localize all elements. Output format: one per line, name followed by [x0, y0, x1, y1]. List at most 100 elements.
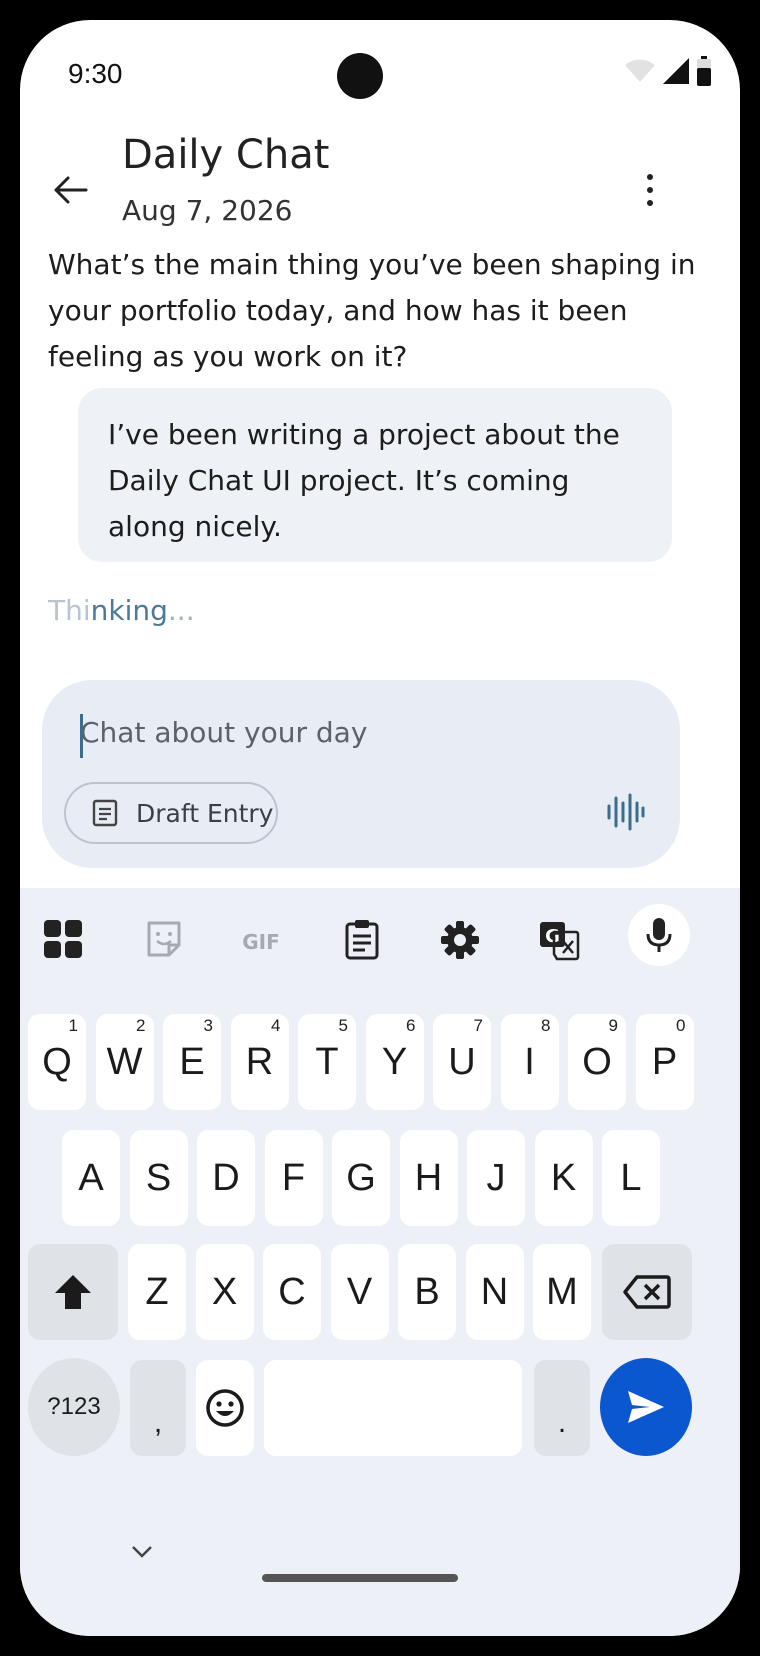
key-label: F — [281, 1156, 306, 1199]
key-hint: 2 — [136, 1016, 146, 1035]
key-g[interactable]: G — [332, 1130, 390, 1226]
key-label: D — [212, 1156, 240, 1199]
camera-cutout — [337, 53, 383, 99]
key-p[interactable]: P0 — [635, 1014, 694, 1110]
key-y[interactable]: Y6 — [365, 1014, 424, 1110]
shift-icon — [55, 1275, 91, 1309]
page-title: Daily Chat — [122, 132, 330, 178]
key-x[interactable]: X — [195, 1244, 254, 1340]
send-key[interactable] — [600, 1358, 692, 1456]
apps-grid-icon[interactable] — [42, 918, 86, 962]
keyboard: GIF G ?123 , . Q 1 W 2 E 3 R 4 T 5 Y 6 U… — [20, 888, 740, 1636]
keyboard-toolbar: GIF G — [20, 888, 740, 988]
key-hint: 0 — [676, 1016, 686, 1035]
key-f[interactable]: F — [264, 1130, 323, 1226]
thinking-text-a: Thi — [48, 594, 91, 627]
status-time: 9:30 — [68, 58, 123, 89]
key-i[interactable]: I8 — [500, 1014, 559, 1110]
key-v[interactable]: V — [330, 1244, 389, 1340]
key-label: T — [315, 1040, 339, 1083]
home-indicator[interactable] — [262, 1574, 458, 1582]
key-o[interactable]: O9 — [568, 1014, 626, 1110]
key-hint: 4 — [271, 1016, 281, 1035]
voice-input-button[interactable] — [628, 904, 690, 966]
key-s[interactable]: S — [129, 1130, 188, 1226]
draft-entry-label: Draft Entry — [136, 798, 274, 828]
key-hint: 9 — [608, 1016, 618, 1035]
key-k[interactable]: K — [534, 1130, 593, 1226]
key-u[interactable]: U7 — [433, 1014, 491, 1110]
page-date: Aug 7, 2026 — [122, 194, 293, 227]
key-label: R — [245, 1040, 274, 1083]
thinking-indicator: Thinking... — [48, 594, 195, 627]
battery-icon — [697, 56, 711, 86]
settings-icon[interactable] — [438, 918, 482, 962]
draft-doc-icon — [92, 799, 118, 827]
shift-key[interactable] — [28, 1244, 118, 1340]
gif-icon[interactable]: GIF — [238, 918, 284, 962]
key-label: M — [546, 1270, 578, 1313]
ai-message: What’s the main thing you’ve been shapin… — [48, 248, 696, 373]
key-z[interactable]: Z — [128, 1244, 186, 1340]
symbols-key[interactable]: ?123 — [28, 1358, 120, 1456]
key-label: H — [414, 1156, 443, 1199]
key-c[interactable]: C — [263, 1244, 321, 1340]
phone-frame: 9:30 Daily Chat Aug 7, 2026 What’s the m… — [0, 0, 760, 1656]
thinking-text-c: ... — [167, 594, 195, 627]
key-label: O — [582, 1040, 612, 1083]
key-a[interactable]: A — [62, 1130, 120, 1226]
back-arrow-icon[interactable] — [50, 170, 90, 210]
chat-input[interactable]: Chat about your day — [80, 716, 367, 749]
chat-composer: Chat about your day Draft Entry — [42, 680, 680, 868]
key-n[interactable]: N — [465, 1244, 524, 1340]
more-vert-icon[interactable] — [635, 170, 665, 210]
key-label: U — [448, 1040, 476, 1083]
key-label: Y — [381, 1040, 408, 1083]
key-r[interactable]: R4 — [230, 1014, 289, 1110]
space-key[interactable] — [264, 1360, 522, 1456]
key-h[interactable]: H — [399, 1130, 458, 1226]
key-label: N — [480, 1270, 509, 1313]
key-label: K — [550, 1156, 577, 1199]
screen: 9:30 Daily Chat Aug 7, 2026 What’s the m… — [20, 20, 740, 1636]
key-j[interactable]: J — [467, 1130, 525, 1226]
key-hint: 6 — [406, 1016, 416, 1035]
key-label: L — [620, 1156, 642, 1199]
key-label: S — [145, 1156, 172, 1199]
key-m[interactable]: M — [533, 1244, 591, 1340]
backspace-icon — [623, 1275, 671, 1309]
key-e[interactable]: E3 — [163, 1014, 221, 1110]
mic-icon — [646, 918, 672, 952]
key-hint: 1 — [68, 1016, 78, 1035]
key-label: Z — [145, 1270, 169, 1313]
translate-icon[interactable]: G — [537, 918, 581, 962]
signal-icon — [663, 58, 689, 84]
key-hint: 5 — [338, 1016, 348, 1035]
wifi-icon — [625, 59, 655, 82]
thinking-text-b: nking — [90, 594, 168, 627]
comma-key[interactable]: , — [130, 1360, 186, 1456]
key-label: Q — [42, 1040, 72, 1083]
user-message-bubble: I’ve been writing a project about the Da… — [78, 388, 672, 562]
key-b[interactable]: B — [398, 1244, 456, 1340]
key-t[interactable]: T5 — [298, 1014, 356, 1110]
voice-wave-icon[interactable] — [605, 792, 645, 832]
emoji-key[interactable] — [196, 1360, 254, 1456]
chevron-down-icon[interactable] — [130, 1544, 154, 1560]
key-label: I — [524, 1040, 535, 1083]
backspace-key[interactable] — [602, 1244, 692, 1340]
clipboard-icon[interactable] — [340, 918, 384, 962]
period-key[interactable]: . — [534, 1360, 590, 1456]
sticker-icon[interactable] — [142, 918, 186, 962]
key-d[interactable]: D — [197, 1130, 255, 1226]
key-hint: 7 — [473, 1016, 483, 1035]
draft-entry-button[interactable]: Draft Entry — [64, 782, 278, 844]
key-hint: 3 — [203, 1016, 213, 1035]
key-l[interactable]: L — [602, 1130, 660, 1226]
key-q[interactable]: Q1 — [28, 1014, 86, 1110]
key-w[interactable]: W2 — [95, 1014, 154, 1110]
key-label: A — [78, 1156, 104, 1199]
key-label: V — [346, 1270, 373, 1313]
send-icon — [628, 1391, 664, 1423]
key-label: B — [414, 1270, 440, 1313]
